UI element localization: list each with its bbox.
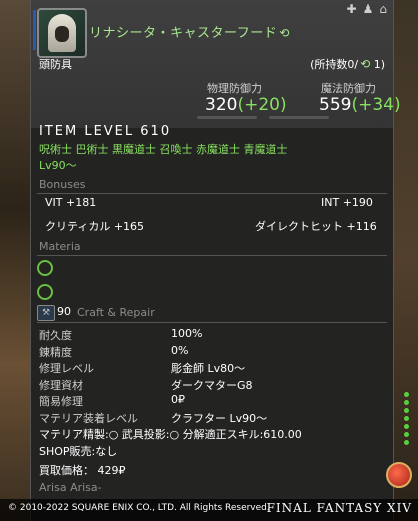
physical-defense-label: 物理防御力 (207, 82, 262, 95)
tooltip-header: リナシータ・キャスターフード ⟲ ✚ ♟ ⌂ 頭防具 (所持数0/⟲ 1) 物理防御力… (31, 0, 401, 128)
owned-count: (所持数0/⟲ 1) (310, 57, 385, 71)
repair-level-label: 修理レベル (39, 362, 94, 375)
repair-level-value: 彫金師 Lv80～ (171, 362, 246, 375)
magic-defense-value: 559(+34) (319, 95, 401, 115)
bonuses-title: Bonuses (39, 178, 86, 191)
header-icons: ✚ ♟ ⌂ (341, 2, 387, 16)
job-list: 呪術士 巴術士 黒魔道士 召喚士 赤魔道士 青魔道士 (39, 143, 288, 156)
divider (37, 322, 387, 323)
materia-slot-1[interactable] (37, 260, 53, 276)
status-dots (404, 392, 410, 448)
spiritbond-value: 0% (171, 344, 189, 357)
item-tooltip: リナシータ・キャスターフード ⟲ ✚ ♟ ⌂ 頭防具 (所持数0/⟲ 1) 物理防御力… (30, 0, 401, 521)
physical-defense-value: 320(+20) (205, 95, 287, 115)
bonus-vit: VIT +181 (45, 196, 97, 209)
plus-icon[interactable]: ✚ (347, 2, 357, 16)
dye-icon[interactable]: ♟ (363, 2, 374, 16)
craft-flags: マテリア精製:○ 武具投影:○ 分解適正スキル:610.00 (39, 428, 302, 441)
materia-melding-value: クラフター Lv90～ (171, 412, 268, 425)
repair-material-label: 修理資材 (39, 379, 83, 392)
item-icon (37, 8, 87, 58)
craft-level: 90 (57, 305, 71, 318)
rarity-strip (33, 10, 36, 50)
magic-defense-bar (269, 116, 329, 119)
physical-defense-bar (197, 116, 257, 119)
craft-repair-title: Craft & Repair (77, 306, 155, 319)
notification-orb-icon[interactable] (386, 462, 412, 488)
background-scene-left (0, 0, 32, 521)
bonus-direct-hit: ダイレクトヒット +116 (255, 220, 377, 233)
pin-icon[interactable]: ⌂ (379, 2, 387, 16)
materia-melding-label: マテリア装着レベル (39, 412, 138, 425)
quick-repair-value: 0₽ (171, 393, 185, 406)
required-level: Lv90～ (39, 159, 77, 172)
shop-sale: SHOP販売:なし (39, 445, 118, 458)
sell-price: 買取価格： 429₽ (39, 464, 126, 477)
materia-title: Materia (39, 240, 81, 253)
item-level: ITEM LEVEL 610 (39, 124, 172, 139)
bonus-int: INT +190 (321, 196, 373, 209)
game-logo: FINAL FANTASY XIV (266, 501, 412, 515)
crafter-signature: Arisa Arisa- (39, 481, 102, 494)
crafter-icon: ⚒ (37, 305, 55, 321)
bonus-critical: クリティカル +165 (45, 220, 145, 233)
hq-count-icon: ⟲ (360, 57, 371, 71)
magic-defense-label: 魔法防御力 (321, 82, 376, 95)
durability-label: 耐久度 (39, 329, 72, 342)
hood-face (55, 26, 69, 42)
repair-material-value: ダークマターG8 (171, 379, 253, 392)
copyright-text: © 2010-2022 SQUARE ENIX CO., LTD. All Ri… (8, 503, 270, 513)
item-category: 頭防具 (39, 58, 72, 71)
divider (37, 255, 387, 256)
divider (37, 193, 387, 194)
item-name: リナシータ・キャスターフード ⟲ (89, 26, 290, 41)
hq-icon: ⟲ (279, 26, 290, 40)
spiritbond-label: 錬精度 (39, 346, 72, 359)
footer-bar: © 2010-2022 SQUARE ENIX CO., LTD. All Ri… (0, 499, 418, 521)
quick-repair-label: 簡易修理 (39, 395, 83, 408)
materia-slot-2[interactable] (37, 284, 53, 300)
durability-value: 100% (171, 327, 203, 340)
